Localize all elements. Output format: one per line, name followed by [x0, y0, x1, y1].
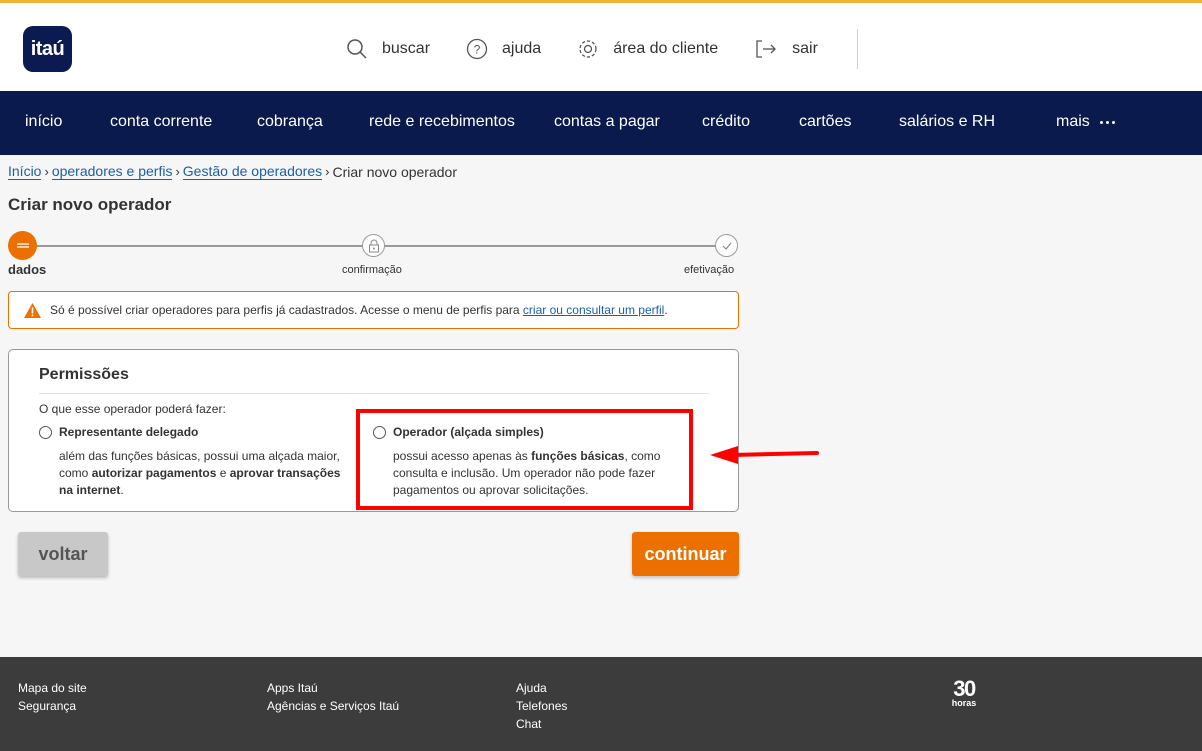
breadcrumb-gestao-operadores[interactable]: Gestão de operadores [182, 163, 323, 180]
svg-text:?: ? [474, 43, 481, 57]
footer-link-chat[interactable]: Chat [516, 715, 567, 733]
footer-link-agencias[interactable]: Agências e Serviços Itaú [267, 697, 399, 715]
footer-link-seguranca[interactable]: Segurança [18, 697, 87, 715]
alert-text: Só é possível criar operadores para perf… [50, 303, 668, 317]
radio-representante-delegado[interactable] [39, 426, 52, 439]
nav-item-contas-a-pagar[interactable]: contas a pagar [554, 113, 660, 131]
nav-item-cartoes[interactable]: cartões [799, 113, 851, 131]
nav-item-rede-recebimentos[interactable]: rede e recebimentos [369, 113, 515, 131]
chevron-right-icon: › [325, 164, 330, 179]
help-link-label: ajuda [502, 40, 542, 57]
breadcrumb-inicio[interactable]: Início [8, 163, 42, 180]
permissions-divider [39, 393, 709, 394]
desc-text: e [216, 466, 230, 480]
nav-more-label: mais [1056, 113, 1090, 130]
search-icon [347, 39, 367, 59]
step-dados-active [8, 231, 37, 260]
top-bar: itaú buscar ? ajuda área do cliente sair [0, 0, 1202, 91]
top-divider [857, 29, 858, 69]
step-label-efetivacao: efetivação [684, 264, 735, 276]
breadcrumb-operadores-perfis[interactable]: operadores e perfis [51, 163, 173, 180]
logout-icon [756, 40, 777, 58]
help-link[interactable]: ? ajuda [466, 38, 541, 60]
logout-link[interactable]: sair [754, 38, 818, 60]
footer-link-apps[interactable]: Apps Itaú [267, 679, 399, 697]
alert-message: Só é possível criar operadores para perf… [50, 303, 523, 317]
nav-item-cobranca[interactable]: cobrança [257, 113, 323, 131]
step-efetivacao [715, 234, 738, 257]
form-lines-icon [16, 242, 29, 248]
permissions-question: O que esse operador poderá fazer: [39, 402, 226, 416]
alert-end: . [664, 303, 668, 317]
30-horas-logo[interactable]: 30 horas [948, 676, 980, 708]
footer-link-telefones[interactable]: Telefones [516, 697, 567, 715]
search-link[interactable]: buscar [346, 38, 430, 60]
footer-col-3: Ajuda Telefones Chat [516, 679, 567, 733]
footer-link-mapa-site[interactable]: Mapa do site [18, 679, 87, 697]
nav-item-inicio[interactable]: início [25, 113, 62, 131]
lock-icon [368, 239, 379, 252]
breadcrumb-current: Criar novo operador [332, 163, 457, 180]
desc-bold: autorizar pagamentos [91, 466, 217, 480]
chevron-right-icon: › [44, 164, 49, 179]
badge-text: horas [951, 698, 977, 708]
main-nav: início conta corrente cobrança rede e re… [0, 91, 1202, 155]
footer-col-1: Mapa do site Segurança [18, 679, 87, 715]
client-area-link-label: área do cliente [613, 40, 719, 57]
search-link-label: buscar [382, 40, 431, 57]
logout-link-label: sair [792, 40, 818, 57]
permissions-title: Permissões [39, 366, 129, 383]
chevron-right-icon: › [175, 164, 180, 179]
itau-logo[interactable]: itaú [23, 26, 72, 72]
back-button[interactable]: voltar [18, 532, 108, 576]
nav-item-credito[interactable]: crédito [702, 113, 750, 131]
nav-item-mais[interactable]: mais [1056, 113, 1115, 131]
step-label-dados: dados [8, 262, 47, 277]
desc-text: . [120, 483, 124, 497]
continue-button[interactable]: continuar [632, 532, 739, 576]
option-representante-desc: além das funções básicas, possui uma alç… [59, 448, 354, 499]
check-icon [722, 242, 731, 250]
more-dots-icon [1099, 120, 1115, 124]
annotation-arrow-icon [710, 446, 819, 464]
page-title: Criar novo operador [8, 195, 172, 214]
step-confirmacao [362, 234, 385, 257]
gear-icon [579, 40, 597, 58]
top-links: buscar ? ajuda área do cliente sair [346, 36, 854, 62]
help-icon: ? [466, 38, 488, 60]
step-label-confirmacao: confirmação [342, 264, 402, 276]
annotation-highlight-box [356, 409, 693, 510]
client-area-link[interactable]: área do cliente [577, 38, 718, 60]
nav-item-conta-corrente[interactable]: conta corrente [110, 113, 212, 131]
badge-number: 30 [953, 676, 976, 701]
footer-link-ajuda[interactable]: Ajuda [516, 679, 567, 697]
nav-item-salarios-rh[interactable]: salários e RH [899, 113, 995, 131]
footer: Mapa do site Segurança Apps Itaú Agência… [0, 657, 1202, 751]
breadcrumb: Início › operadores e perfis › Gestão de… [8, 163, 457, 180]
alert-profile-link[interactable]: criar ou consultar um perfil [523, 303, 664, 317]
option-representante-title[interactable]: Representante delegado [59, 425, 198, 439]
warning-icon [24, 302, 41, 318]
info-alert: Só é possível criar operadores para perf… [8, 291, 739, 329]
footer-col-2: Apps Itaú Agências e Serviços Itaú [267, 679, 399, 715]
